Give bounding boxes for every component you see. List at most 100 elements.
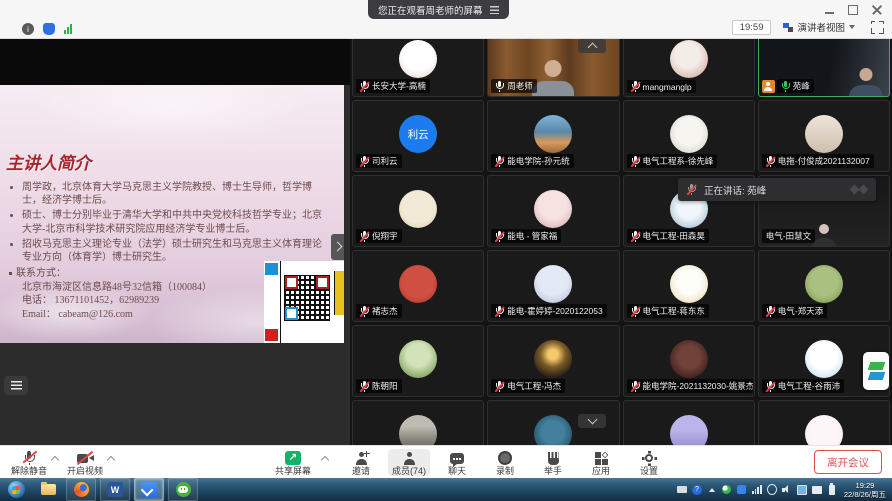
windows-logo-icon [8, 481, 25, 498]
avatar [670, 40, 708, 78]
chat-button[interactable]: 聊天 [436, 449, 478, 476]
wechat-icon[interactable] [168, 478, 198, 501]
participant-tile[interactable]: mangmanglp [623, 38, 755, 97]
apps-button[interactable]: 应用 [580, 449, 622, 476]
start-video-button[interactable]: 开启视频 [64, 449, 106, 476]
participant-tile[interactable]: 电气-郑天添 [758, 250, 890, 322]
participant-tile[interactable]: 电气工程系-徐先峰 [623, 100, 755, 172]
muted-mic-icon [766, 306, 775, 317]
muted-mic-icon [360, 381, 369, 392]
fullscreen-button[interactable] [871, 21, 884, 34]
participant-tile[interactable]: 褚志杰 [352, 250, 484, 322]
avatar [805, 340, 843, 378]
letter-avatar: 利云 [399, 115, 437, 153]
scroll-down-chevron[interactable] [578, 414, 606, 428]
view-mode-button[interactable]: 演讲者视图 [779, 19, 859, 35]
participant-name: 电气工程-谷雨沛 [778, 380, 840, 392]
avatar [670, 265, 708, 303]
participant-tile[interactable]: 能电学院-孙元统 [487, 100, 619, 172]
info-icon[interactable]: i [22, 23, 34, 35]
muted-mic-icon [631, 231, 640, 242]
hp-tray-icon[interactable] [767, 485, 777, 495]
meeting-tray-icon[interactable] [737, 485, 747, 495]
slide-title: 主讲人简介 [6, 149, 91, 174]
next-slide-arrow[interactable] [331, 234, 344, 260]
messages-tray-icon[interactable] [812, 485, 822, 495]
participant-tile[interactable]: 电气工程-冯杰 [487, 325, 619, 397]
avatar [399, 340, 437, 378]
participant-tile[interactable]: 能电 - 管家福 [487, 175, 619, 247]
muted-mic-icon [495, 231, 504, 242]
participant-grid: 长安大学-高楠 周老师 mangmanglp 苑峰 利云 司利云 [350, 38, 892, 445]
battery-tray-icon[interactable] [827, 485, 837, 495]
participant-name: 电气-田慧文 [766, 230, 811, 242]
mic-muted-icon [23, 451, 35, 465]
members-button[interactable]: 成员(74) [388, 449, 430, 476]
participant-name: 能电-霍婷婷-2020122053 [507, 305, 602, 317]
shield-icon[interactable] [43, 23, 55, 35]
participant-tile[interactable] [623, 400, 755, 445]
participant-tile[interactable]: 陈朝阳 [352, 325, 484, 397]
word-icon[interactable]: W [100, 478, 130, 501]
minimize-button[interactable] [825, 12, 834, 14]
unmute-button[interactable]: 解除静音 [8, 449, 50, 476]
muted-mic-icon [360, 306, 369, 317]
volume-tray-icon[interactable] [782, 485, 792, 495]
participant-tile[interactable]: 电气工程-蒋东东 [623, 250, 755, 322]
meeting-app-icon[interactable] [134, 478, 164, 501]
participant-tile[interactable]: 长安大学-高楠 [352, 38, 484, 97]
settings-button[interactable]: 设置 [628, 449, 670, 476]
camera-off-icon [77, 452, 94, 464]
participant-tile[interactable] [352, 400, 484, 445]
participant-tile[interactable]: 电拖-付俊成2021132007 [758, 100, 890, 172]
participant-tile[interactable] [758, 400, 890, 445]
floating-tool-icon[interactable] [863, 352, 889, 390]
tray-expand-chevron[interactable] [707, 485, 717, 495]
chevron-down-icon [849, 25, 855, 29]
avatar [399, 40, 437, 78]
participant-tile-active-speaker[interactable]: 苑峰 [758, 38, 890, 97]
muted-mic-icon [360, 81, 369, 92]
help-tray-icon[interactable]: ? [692, 485, 702, 495]
participant-tile[interactable]: 能电-霍婷婷-2020122053 [487, 250, 619, 322]
participant-tile[interactable]: 倪翔宇 [352, 175, 484, 247]
close-button[interactable] [872, 5, 882, 15]
keyboard-tray-icon[interactable] [677, 485, 687, 495]
participant-name: 电气工程-冯杰 [507, 380, 561, 392]
firefox-icon[interactable] [66, 478, 96, 501]
slide-contact: 联系方式： 北京市海淀区信息路48号32信箱（100084） 电话： 13671… [10, 267, 262, 321]
leave-meeting-button[interactable]: 离开会议 [814, 450, 882, 474]
muted-mic-icon [360, 156, 369, 167]
file-explorer-icon[interactable] [34, 479, 62, 500]
share-screen-button[interactable]: ↗ 共享屏幕 [272, 449, 314, 476]
taskbar-clock[interactable]: 19:29 22/8/26/周五 [842, 481, 890, 499]
watermark-icon [851, 186, 867, 193]
record-button[interactable]: 录制 [484, 449, 526, 476]
wechat-tray-icon[interactable] [722, 485, 732, 495]
avatar [534, 190, 572, 228]
avatar [399, 265, 437, 303]
watching-banner-text: 您正在观看周老师的屏幕 [378, 3, 483, 17]
network-tray-icon[interactable] [752, 485, 762, 495]
start-button[interactable] [2, 479, 30, 500]
participant-name: 能电学院-2021132030-姚景杰 [643, 380, 754, 392]
banner-menu-icon[interactable] [490, 6, 499, 14]
maximize-button[interactable] [848, 5, 858, 15]
participant-tile[interactable]: 能电学院-2021132030-姚景杰 [623, 325, 755, 397]
speaking-toast: 正在讲话: 苑峰 [678, 178, 876, 201]
display-tray-icon[interactable] [797, 485, 807, 495]
participant-tile[interactable]: 利云 司利云 [352, 100, 484, 172]
mic-options-chevron[interactable] [50, 454, 60, 464]
slide-bullets: 周学政，北京体育大学马克思主义学院教授、博士生导师，哲学博士，经济学博士后。 硕… [10, 181, 322, 266]
participant-name: 司利云 [372, 155, 398, 167]
network-signal-icon[interactable] [64, 24, 72, 34]
share-options-chevron[interactable] [320, 454, 330, 464]
raise-hand-button[interactable]: 举手 [532, 449, 574, 476]
sidebar-toggle-button[interactable] [4, 376, 28, 395]
video-options-chevron[interactable] [106, 454, 116, 464]
participant-name: 电气-郑天添 [778, 305, 823, 317]
invite-button[interactable]: 邀请 [340, 449, 382, 476]
scroll-up-chevron[interactable] [578, 39, 606, 53]
avatar [670, 115, 708, 153]
avatar [534, 265, 572, 303]
